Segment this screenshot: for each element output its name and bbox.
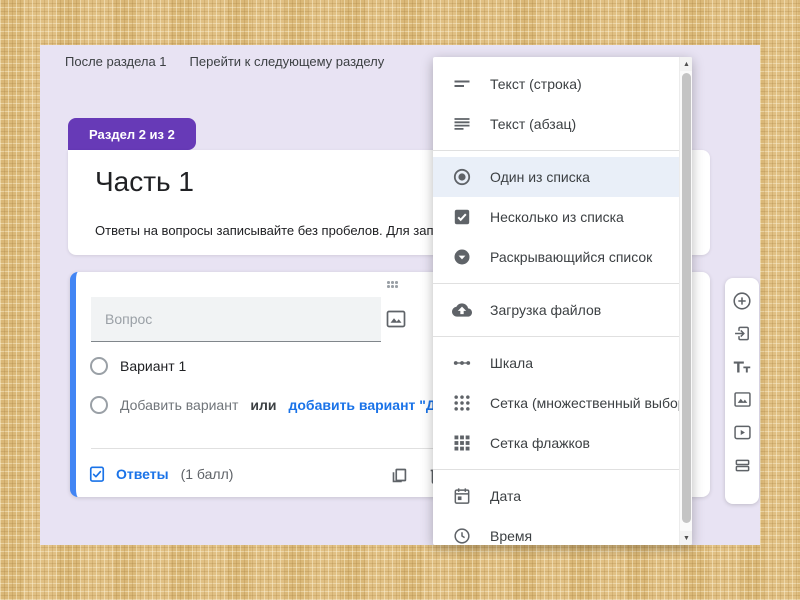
dropdown-circle-icon [452, 247, 472, 267]
duplicate-question-button[interactable] [388, 464, 410, 486]
video-icon [732, 422, 753, 443]
menu-item-date[interactable]: Дата [433, 476, 692, 516]
add-image-to-question-button[interactable] [384, 307, 408, 331]
option-label[interactable]: Вариант 1 [120, 358, 186, 374]
menu-item-label: Текст (строка) [490, 76, 582, 92]
menu-item-linear-scale[interactable]: Шкала [433, 343, 692, 383]
import-questions-button[interactable] [726, 317, 759, 350]
menu-item-label: Загрузка файлов [490, 302, 602, 318]
add-question-button[interactable] [726, 284, 759, 317]
menu-scrollbar[interactable]: ▲ ▼ [679, 57, 692, 545]
scroll-down-arrow-icon[interactable]: ▼ [680, 531, 692, 545]
clock-icon [452, 526, 472, 545]
menu-item-label: Сетка флажков [490, 435, 590, 451]
next-section-select[interactable]: Перейти к следующему разделу [190, 54, 385, 69]
menu-divider [433, 469, 692, 470]
menu-item-label: Сетка (множественный выбор) [490, 395, 691, 411]
choice-grid-icon [452, 393, 472, 413]
question-title-input[interactable] [91, 297, 381, 342]
radio-button-icon[interactable] [90, 357, 108, 375]
menu-item-label: Дата [490, 488, 522, 504]
menu-item-label: Шкала [490, 355, 534, 371]
add-circle-icon [731, 290, 753, 312]
radio-filled-icon [452, 167, 472, 187]
scroll-up-arrow-icon[interactable]: ▲ [680, 57, 692, 71]
menu-item-checkbox-grid[interactable]: Сетка флажков [433, 423, 692, 463]
cloud-upload-icon [452, 300, 472, 320]
menu-item-label: Несколько из списка [490, 209, 624, 225]
checkbox-filled-icon [452, 207, 472, 227]
menu-item-file-upload[interactable]: Загрузка файлов [433, 290, 692, 330]
menu-item-dropdown[interactable]: Раскрывающийся список [433, 237, 692, 277]
linear-scale-icon [452, 353, 472, 373]
menu-item-label: Раскрывающийся список [490, 249, 653, 265]
desktop: { "topbar": { "after_section": "После ра… [0, 0, 800, 600]
menu-item-label: Текст (абзац) [490, 116, 577, 132]
after-section-label: После раздела 1 [65, 54, 167, 69]
section-title[interactable]: Часть 1 [95, 166, 194, 198]
image-icon [732, 389, 753, 410]
add-section-button[interactable] [726, 449, 759, 482]
menu-item-label: Время [490, 528, 533, 544]
add-image-button[interactable] [726, 383, 759, 416]
section-routing-bar: После раздела 1 Перейти к следующему раз… [65, 54, 384, 69]
conjunction-label: или [250, 397, 277, 413]
points-label: (1 балл) [180, 466, 234, 482]
paragraph-icon [452, 114, 472, 134]
image-icon [384, 307, 408, 331]
menu-item-label: Один из списка [490, 169, 590, 185]
radio-button-icon [90, 396, 108, 414]
checkbox-grid-icon [452, 433, 472, 453]
menu-item-paragraph[interactable]: Текст (абзац) [433, 104, 692, 144]
menu-item-time[interactable]: Время [433, 516, 692, 545]
title-text-icon [731, 356, 753, 378]
section-badge-label: Раздел 2 из 2 [89, 126, 175, 142]
question-type-menu: Текст (строка) Текст (абзац) Один из спи… [433, 57, 692, 545]
answer-key-icon [87, 464, 107, 484]
option-row: Вариант 1 [90, 357, 186, 375]
menu-divider [433, 336, 692, 337]
calendar-icon [452, 486, 472, 506]
answer-key-button[interactable]: Ответы (1 балл) [87, 464, 233, 484]
scrollbar-thumb[interactable] [681, 73, 691, 523]
copy-icon [388, 464, 410, 486]
add-option-row: Добавить вариант или добавить вариант "Д… [90, 396, 481, 414]
floating-toolbar [725, 278, 759, 504]
menu-divider [433, 150, 692, 151]
form-editor-page: После раздела 1 Перейти к следующему раз… [40, 45, 760, 545]
import-icon [732, 323, 753, 344]
menu-item-choice-grid[interactable]: Сетка (множественный выбор) [433, 383, 692, 423]
add-option-button[interactable]: Добавить вариант [120, 397, 238, 413]
menu-divider [433, 283, 692, 284]
drag-handle-icon[interactable] [387, 281, 399, 289]
short-text-icon [452, 74, 472, 94]
menu-item-single-choice[interactable]: Один из списка [433, 157, 692, 197]
section-badge: Раздел 2 из 2 [68, 118, 196, 150]
add-title-text-button[interactable] [726, 350, 759, 383]
add-video-button[interactable] [726, 416, 759, 449]
answer-key-label: Ответы [116, 466, 169, 482]
menu-item-checkboxes[interactable]: Несколько из списка [433, 197, 692, 237]
menu-item-short-text[interactable]: Текст (строка) [433, 64, 692, 104]
section-icon [732, 455, 753, 476]
